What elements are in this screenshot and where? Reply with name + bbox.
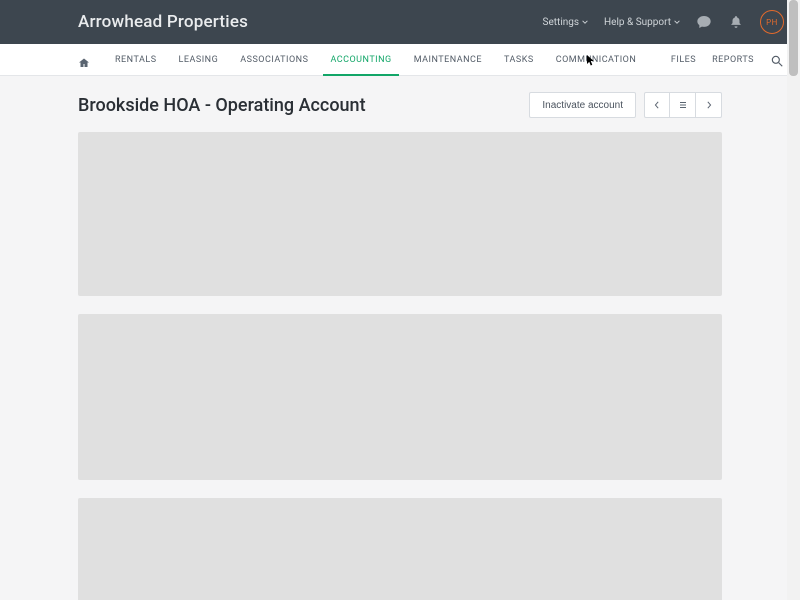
help-menu[interactable]: Help & Support bbox=[604, 17, 680, 28]
settings-menu[interactable]: Settings bbox=[543, 17, 589, 28]
nav-files[interactable]: FILES bbox=[671, 55, 696, 65]
bell-icon[interactable] bbox=[728, 14, 744, 30]
nav-item-maintenance[interactable]: MAINTENANCE bbox=[403, 44, 493, 75]
settings-label: Settings bbox=[543, 17, 580, 28]
next-button[interactable] bbox=[696, 92, 722, 118]
nav-item-leasing[interactable]: LEASING bbox=[168, 44, 230, 75]
page-header: Brookside HOA - Operating Account Inacti… bbox=[78, 76, 722, 132]
header-actions: Inactivate account bbox=[529, 92, 722, 118]
page-title: Brookside HOA - Operating Account bbox=[78, 95, 529, 116]
scroll-thumb[interactable] bbox=[789, 0, 798, 76]
chevron-right-icon bbox=[705, 101, 713, 109]
nav-secondary: FILES REPORTS bbox=[671, 53, 784, 67]
brand-name: Arrowhead Properties bbox=[78, 12, 543, 32]
help-label: Help & Support bbox=[604, 17, 671, 28]
skeleton-block bbox=[78, 314, 722, 480]
topbar: Arrowhead Properties Settings Help & Sup… bbox=[0, 0, 800, 44]
avatar-initials: PH bbox=[766, 18, 778, 27]
nav-reports[interactable]: REPORTS bbox=[712, 55, 754, 65]
skeleton-block bbox=[78, 132, 722, 296]
nav-item-accounting[interactable]: ACCOUNTING bbox=[319, 44, 402, 75]
nav-item-rentals[interactable]: RENTALS bbox=[104, 44, 168, 75]
skeleton-block bbox=[78, 498, 722, 600]
content-area: Brookside HOA - Operating Account Inacti… bbox=[0, 76, 800, 600]
avatar[interactable]: PH bbox=[760, 10, 784, 34]
list-button[interactable] bbox=[670, 92, 696, 118]
list-icon bbox=[678, 100, 688, 110]
top-right: Settings Help & Support PH bbox=[543, 10, 784, 34]
nav-item-tasks[interactable]: TASKS bbox=[493, 44, 545, 75]
nav-item-associations[interactable]: ASSOCIATIONS bbox=[229, 44, 319, 75]
navbar: RENTALSLEASINGASSOCIATIONSACCOUNTINGMAIN… bbox=[0, 44, 800, 76]
chevron-down-icon bbox=[582, 19, 588, 25]
pager-group bbox=[644, 92, 722, 118]
search-icon[interactable] bbox=[770, 53, 784, 67]
chat-icon[interactable] bbox=[696, 14, 712, 30]
inactivate-account-button[interactable]: Inactivate account bbox=[529, 92, 636, 118]
prev-button[interactable] bbox=[644, 92, 670, 118]
chevron-down-icon bbox=[674, 19, 680, 25]
nav-items: RENTALSLEASINGASSOCIATIONSACCOUNTINGMAIN… bbox=[104, 44, 647, 75]
chevron-left-icon bbox=[653, 101, 661, 109]
scrollbar[interactable] bbox=[787, 0, 800, 600]
nav-item-communication[interactable]: COMMUNICATION bbox=[545, 44, 648, 75]
home-icon[interactable] bbox=[78, 54, 90, 66]
